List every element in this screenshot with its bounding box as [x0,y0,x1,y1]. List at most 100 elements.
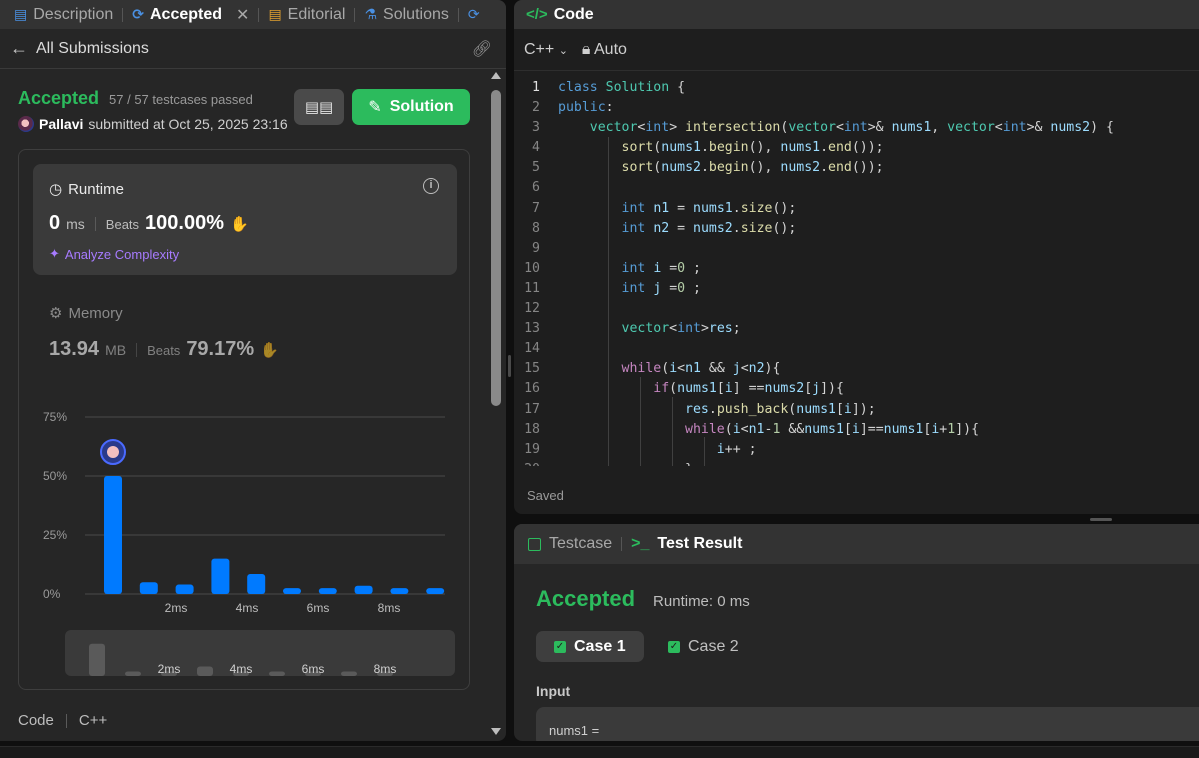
divider [136,342,138,357]
code-line: 19 i++ ; [514,440,1199,460]
divider [94,216,96,231]
beats-label: Beats [147,343,181,358]
indent-guide [640,377,641,466]
code-text: public: [558,100,614,116]
indent-guide [704,437,705,466]
code-editor[interactable]: 1 class Solution { 2 public: 3 vector<int>… [514,78,1199,466]
avatar[interactable] [18,116,34,132]
tab-history[interactable]: ⟳ [468,0,480,29]
code-line: 1 class Solution { [514,78,1199,98]
code-language-row: Code C++ [18,712,107,729]
tab-solutions-label: Solutions [383,5,449,23]
line-number: 19 [524,441,540,457]
line-number: 7 [532,200,540,216]
chart-bar [318,588,337,594]
submitted-at: submitted at Oct 25, 2025 23:16 [88,116,288,132]
tab-testcase-label: Testcase [549,535,613,552]
case-1-label: Case 1 [574,637,626,655]
book-open-icon: ▤▤ [304,99,334,116]
chart-bar [139,582,158,594]
code-panel-header: </> Code [514,0,1199,29]
language-select[interactable]: C++ ⌄ [524,41,568,59]
distribution-range-slider[interactable]: 2ms 4ms 6ms 8ms [65,630,455,676]
result-runtime: Runtime: 0 ms [653,593,750,610]
y-tick-label: 25% [43,528,67,542]
panel-resize-handle[interactable] [508,355,511,377]
avatar-marker-face [107,446,119,458]
tab-editorial-label: Editorial [287,5,346,23]
panel-resize-handle-horizontal[interactable] [1090,518,1112,521]
case-2-label: Case 2 [688,637,739,655]
tab-accepted[interactable]: ⟳ Accepted ✕ [132,0,249,29]
chart-bar [390,588,409,594]
runtime-distribution-chart[interactable]: 75% 50% 25% 0% 2ms 4ms 6ms 8ms [19,402,469,622]
code-line: 16 if(nums1[i] ==nums2[j]){ [514,379,1199,399]
test-panel: Testcase >_ Test Result Accepted Runtime… [514,524,1199,741]
chart-bar [283,588,301,594]
indent-guide [672,397,673,466]
code-text: int j =0 ; [621,280,701,296]
code-text: sort(nums2.begin(), nums2.end()); [621,160,884,176]
case-2-tab[interactable]: ✓ Case 2 [650,631,757,662]
tab-divider [457,7,459,22]
code-line: 18 while(i<n1-1 &&nums1[i]==nums1[i+1]){ [514,420,1199,440]
memory-values: 13.94 MB Beats 79.17% ✋ [49,338,279,361]
solution-button-label: Solution [389,98,454,115]
code-line: 15 while(i<n1 && j<n2){ [514,359,1199,379]
auto-mode[interactable]: 🔒︎ Auto [582,41,627,59]
code-text: class Solution { [558,80,686,95]
code-text: vector<int>res; [621,321,741,337]
tab-solutions[interactable]: ⚗ Solutions [364,0,448,29]
scroll-down-arrow[interactable] [491,728,501,735]
mini-bar [197,666,213,676]
scrollbar-thumb[interactable] [491,90,501,406]
scroll-up-arrow[interactable] [491,72,501,79]
solution-button[interactable]: ✎ Solution [352,89,470,125]
code-line: 6 [514,178,1199,198]
runtime-box[interactable]: ◷ Runtime i 0 ms Beats 100.00% ✋ ✦ Analy… [33,164,457,275]
runtime-beats: 100.00% [145,212,225,234]
beats-label: Beats [105,217,140,232]
editorial-button[interactable]: ▤▤ [294,89,344,125]
code-panel: </> Code C++ ⌄ 🔒︎ Auto 1 class Solution {… [514,0,1199,514]
clock-icon: ◷ [49,181,63,198]
performance-card: ◷ Runtime i 0 ms Beats 100.00% ✋ ✦ Analy… [18,149,470,690]
memory-title[interactable]: ⚙ Memory [49,304,123,323]
chart-bar [354,585,373,594]
author-name[interactable]: Pallavi [39,116,83,132]
runtime-value: 0 [49,212,61,234]
divider [65,713,67,728]
tab-description[interactable]: ▤ Description [14,0,113,29]
tab-testcase[interactable]: Testcase [528,530,612,559]
tab-test-result[interactable]: >_ Test Result [631,530,742,559]
check-icon: ✓ [554,640,566,653]
x-tick-label: 4ms [236,601,259,615]
y-tick-label: 75% [43,410,67,424]
input-label: Input [536,683,571,699]
result-row: Accepted Runtime: 0 ms [536,586,750,612]
all-submissions-link[interactable]: All Submissions [36,40,149,58]
history-icon: ⟳ [467,6,480,22]
close-icon[interactable]: ✕ [236,5,249,25]
code-label: Code [18,712,54,729]
code-line: 20 } [514,460,1199,466]
input-text: nums1 = [549,723,600,738]
info-icon[interactable]: i [423,178,439,194]
input-value-box: nums1 = [536,707,1199,741]
code-line: 3 vector<int> intersection(vector<int>& … [514,118,1199,138]
arrow-left-icon[interactable]: ← [10,38,28,59]
code-line: 13 vector<int>res; [514,319,1199,339]
book-icon: ▤ [268,6,282,22]
code-text: vector<int> intersection(vector<int>& nu… [589,120,1114,136]
link-icon[interactable]: 🔗︎ [472,39,492,59]
tab-divider [258,7,260,22]
y-tick-label: 50% [43,469,67,483]
analyze-complexity-link[interactable]: ✦ Analyze Complexity [49,246,179,262]
code-line: 2 public: [514,98,1199,118]
runtime-values: 0 ms Beats 100.00% ✋ [49,212,249,235]
test-tab-bar: Testcase >_ Test Result [514,524,1199,564]
tab-editorial[interactable]: ▤ Editorial [268,0,345,29]
code-line: 4 sort(nums1.begin(), nums1.end()); [514,138,1199,158]
case-1-tab[interactable]: ✓ Case 1 [536,631,644,662]
window-bottom-strip [0,746,1199,758]
